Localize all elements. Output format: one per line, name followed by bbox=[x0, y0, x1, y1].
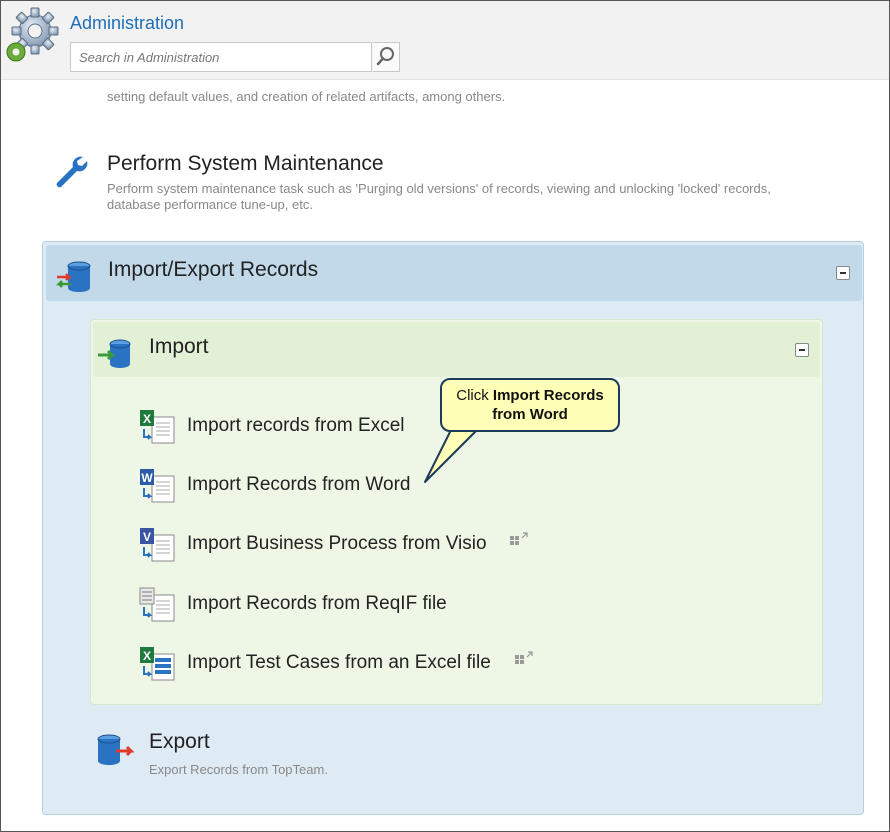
maintenance-title[interactable]: Perform System Maintenance bbox=[107, 152, 384, 176]
callout-prefix: Click bbox=[456, 387, 493, 404]
callout-pointer bbox=[424, 426, 481, 483]
callout-bold-text: Import Records from Word bbox=[492, 387, 604, 423]
svg-text:X: X bbox=[143, 412, 151, 426]
svg-text:W: W bbox=[141, 471, 153, 485]
page-title[interactable]: Administration bbox=[70, 13, 184, 34]
excel-testcase-import-icon: X bbox=[140, 647, 175, 681]
database-export-icon bbox=[97, 734, 134, 765]
svg-text:X: X bbox=[143, 649, 151, 663]
visio-import-icon: V bbox=[140, 528, 175, 562]
import-title[interactable]: Import bbox=[149, 335, 209, 359]
open-in-window-icon[interactable] bbox=[509, 531, 529, 547]
previous-section-description: setting default values, and creation of … bbox=[107, 89, 506, 104]
search-box bbox=[70, 42, 377, 72]
header-bar: Administration bbox=[1, 1, 889, 80]
database-import-export-icon bbox=[55, 261, 91, 292]
svg-text:V: V bbox=[143, 530, 151, 544]
wrench-icon bbox=[56, 156, 88, 188]
gear-icon bbox=[6, 7, 59, 62]
import-export-collapse-button[interactable] bbox=[836, 266, 850, 280]
database-import-icon bbox=[98, 339, 131, 368]
open-in-window-icon[interactable] bbox=[514, 650, 534, 666]
import-collapse-button[interactable] bbox=[795, 343, 809, 357]
export-title[interactable]: Export bbox=[149, 730, 210, 754]
import-excel-label[interactable]: Import records from Excel bbox=[187, 415, 405, 437]
search-button[interactable] bbox=[373, 42, 400, 72]
import-visio-label[interactable]: Import Business Process from Visio bbox=[187, 533, 487, 555]
search-icon bbox=[376, 47, 394, 66]
maintenance-description: Perform system maintenance task such as … bbox=[107, 181, 771, 212]
word-import-icon: W bbox=[140, 469, 175, 503]
excel-import-icon: X bbox=[140, 410, 175, 444]
import-export-title[interactable]: Import/Export Records bbox=[108, 258, 318, 282]
admin-window: Administration setting default values, a… bbox=[0, 0, 890, 832]
search-input[interactable] bbox=[71, 43, 377, 71]
import-reqif-label[interactable]: Import Records from ReqIF file bbox=[187, 593, 447, 615]
export-description: Export Records from TopTeam. bbox=[149, 762, 328, 777]
import-word-label[interactable]: Import Records from Word bbox=[187, 474, 410, 496]
import-testcases-label[interactable]: Import Test Cases from an Excel file bbox=[187, 652, 491, 674]
reqif-import-icon bbox=[139, 587, 175, 622]
instruction-callout: Click Import Records from Word bbox=[440, 378, 620, 432]
